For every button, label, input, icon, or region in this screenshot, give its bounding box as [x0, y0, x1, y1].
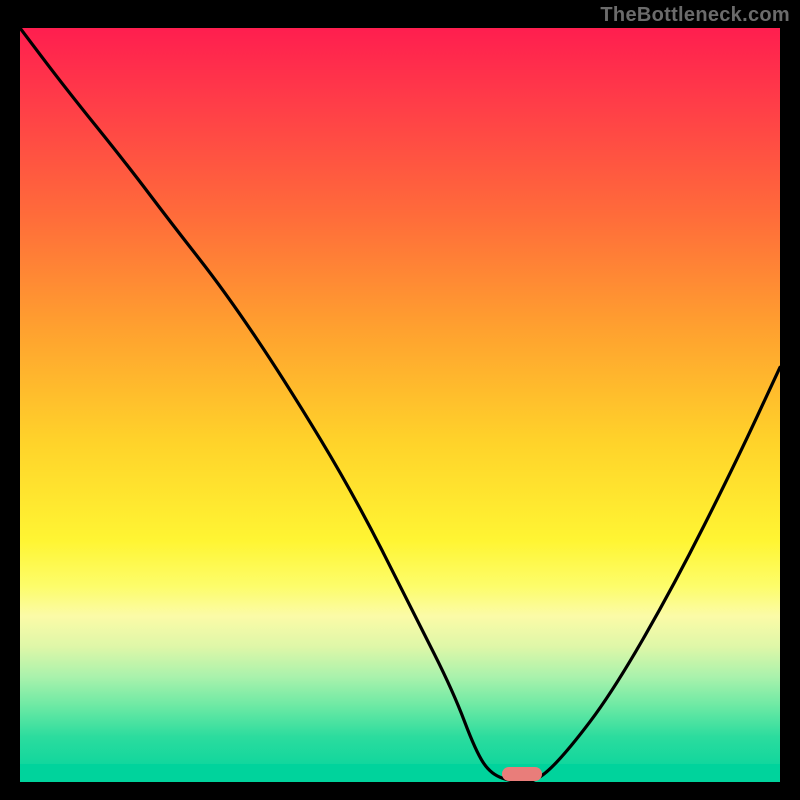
plot-area	[20, 28, 780, 782]
watermark-text: TheBottleneck.com	[600, 4, 790, 27]
curve-path	[20, 28, 780, 782]
optimal-marker	[502, 767, 542, 781]
bottleneck-curve	[20, 28, 780, 782]
chart-container: TheBottleneck.com	[0, 0, 800, 800]
